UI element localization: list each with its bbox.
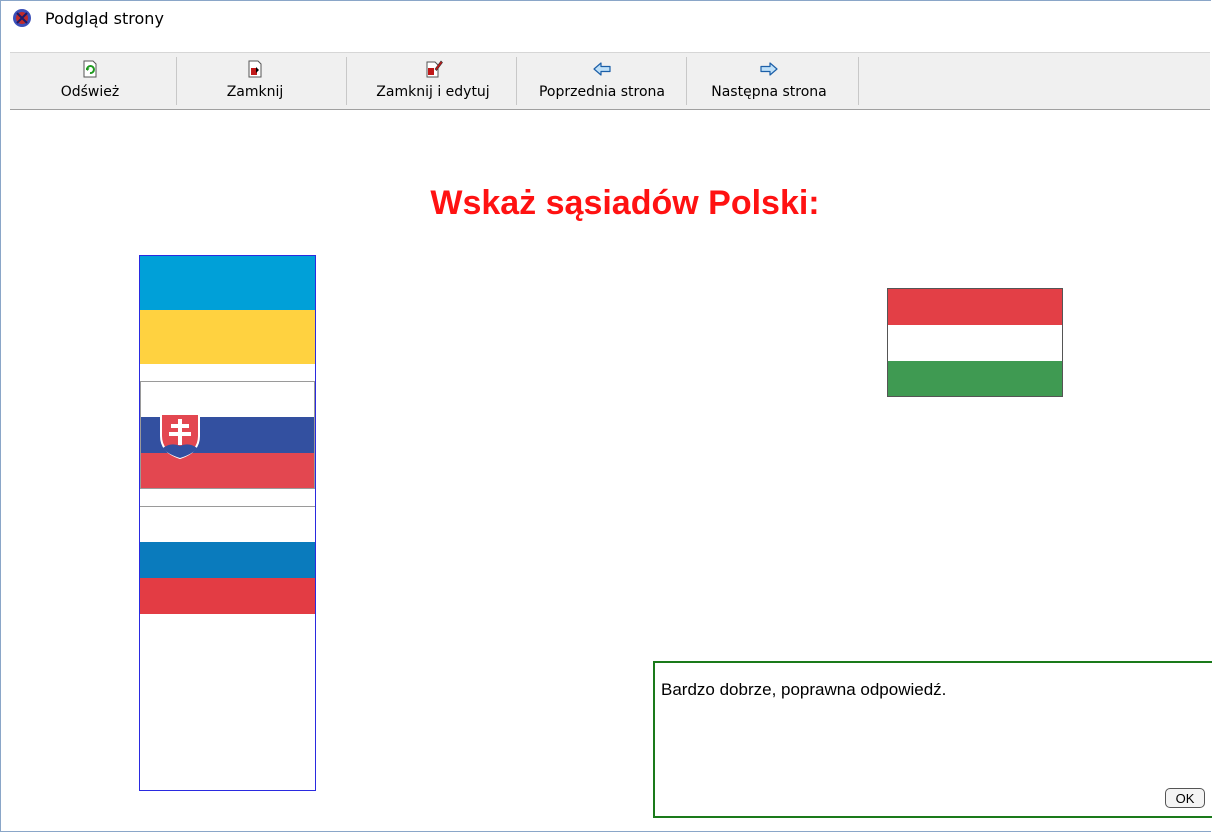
toolbar-separator — [346, 57, 347, 105]
refresh-button[interactable]: Odśwież — [58, 53, 122, 109]
refresh-icon — [83, 60, 97, 78]
refresh-label: Odśwież — [60, 84, 120, 100]
toolbar-separator — [858, 57, 859, 105]
previous-page-label: Poprzednia strona — [538, 84, 666, 100]
close-label: Zamknij — [226, 84, 284, 100]
previous-page-button[interactable]: Poprzednia strona — [532, 53, 672, 109]
hungary-flag[interactable] — [887, 288, 1063, 397]
close-document-icon — [248, 60, 262, 78]
feedback-message: Bardzo dobrze, poprawna odpowiedź. — [661, 680, 947, 699]
next-page-label: Następna strona — [711, 84, 827, 100]
close-and-edit-label: Zamknij i edytuj — [376, 84, 490, 100]
next-page-button[interactable]: Następna strona — [702, 53, 836, 109]
slovakia-coat-of-arms-icon — [160, 413, 200, 460]
toolbar-separator — [516, 57, 517, 105]
toolbar-separator — [176, 57, 177, 105]
arrow-right-icon — [760, 62, 778, 76]
slovenia-flag[interactable] — [140, 506, 315, 614]
close-edit-icon — [426, 60, 443, 78]
close-and-edit-button[interactable]: Zamknij i edytuj — [371, 53, 495, 109]
app-icon — [13, 9, 31, 27]
arrow-left-icon — [593, 62, 611, 76]
ok-button[interactable]: OK — [1165, 788, 1205, 808]
toolbar-separator — [686, 57, 687, 105]
slovakia-flag[interactable] — [140, 381, 315, 489]
ukraine-flag[interactable] — [140, 256, 315, 364]
window-title: Podgląd strony — [45, 9, 164, 28]
feedback-box: Bardzo dobrze, poprawna odpowiedź. OK — [653, 661, 1212, 818]
title-bar: Podgląd strony — [1, 1, 1211, 34]
toolbar: Odśwież Zamknij Zamknij i edytuj Poprzed… — [10, 52, 1210, 110]
question-heading: Wskaż sąsiadów Polski: — [430, 184, 820, 222]
close-button[interactable]: Zamknij — [223, 53, 287, 109]
